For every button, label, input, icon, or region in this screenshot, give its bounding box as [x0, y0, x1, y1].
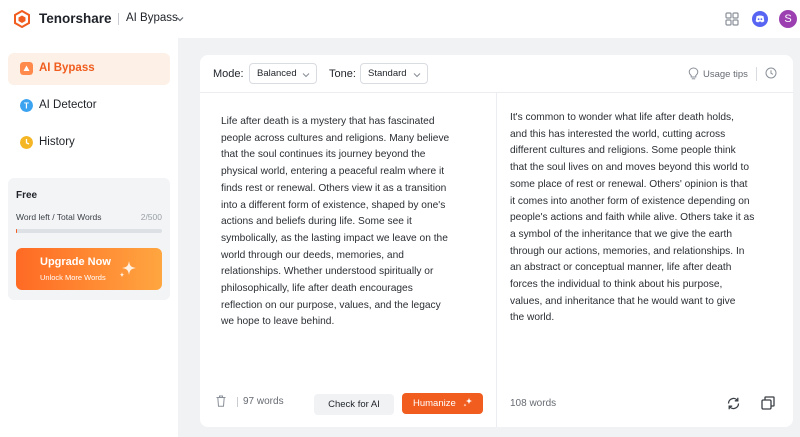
- sidebar-item-history[interactable]: History: [8, 127, 170, 159]
- options-toolbar: Mode: Balanced Tone: Standard Usage tips: [200, 55, 793, 93]
- history-icon: [20, 136, 33, 149]
- words-progress-bar: [16, 229, 162, 233]
- copy-icon[interactable]: [761, 396, 775, 410]
- clock-history-icon[interactable]: [765, 67, 777, 79]
- svg-text:T: T: [24, 102, 29, 111]
- text-line: we hope to leave behind.: [221, 316, 335, 328]
- text-line: world through our deeds, memories, and: [221, 249, 404, 261]
- tone-value: Standard: [368, 68, 407, 79]
- brand-divider: [118, 13, 119, 25]
- text-line: different cultures and religions. Some p…: [510, 145, 736, 157]
- brand-name[interactable]: Tenorshare: [39, 11, 112, 26]
- apps-grid-icon[interactable]: [725, 12, 739, 26]
- sidebar-item-ai-detector[interactable]: T AI Detector: [8, 90, 170, 122]
- text-line: actions and beliefs during life. Some se…: [221, 216, 412, 228]
- pane-divider: [496, 93, 497, 427]
- text-line: philosophically, life after death encour…: [221, 283, 413, 295]
- humanize-button[interactable]: Humanize: [402, 393, 483, 414]
- text-line: forces the individual to think about his…: [510, 279, 723, 291]
- regenerate-icon[interactable]: [726, 396, 741, 411]
- check-for-ai-label: Check for AI: [328, 399, 380, 410]
- text-line: some place of rest or renewal. Others' o…: [510, 178, 748, 190]
- chevron-down-icon[interactable]: [176, 15, 184, 23]
- word-count-divider: [237, 397, 238, 407]
- tone-label: Tone:: [329, 68, 356, 80]
- tenorshare-logo-icon[interactable]: [13, 10, 31, 28]
- upgrade-button[interactable]: Upgrade Now Unlock More Words: [16, 248, 162, 290]
- sidebar-item-ai-bypass[interactable]: AI Bypass: [8, 53, 170, 85]
- text-line: people across cultures and religions. Ma…: [221, 132, 450, 144]
- text-line: people's actions and faith while alive. …: [510, 212, 755, 224]
- usage-tips-label: Usage tips: [703, 69, 748, 80]
- sparkle-icon: [119, 261, 136, 278]
- input-text-area[interactable]: Life after death is a mystery that has f…: [221, 114, 477, 331]
- text-line: It's common to wonder what life after de…: [510, 112, 734, 123]
- sidebar-item-label: History: [39, 136, 75, 148]
- top-bar: Tenorshare AI Bypass S: [0, 0, 800, 38]
- input-word-count: 97 words: [243, 396, 284, 407]
- sidebar-item-label: AI Bypass: [39, 62, 95, 74]
- mode-label: Mode:: [213, 68, 244, 80]
- ai-bypass-icon: [20, 62, 33, 75]
- text-line: a symbol of the inheritance that we give…: [510, 228, 732, 240]
- sidebar-item-label: AI Detector: [39, 99, 97, 111]
- sidebar: AI Bypass T AI Detector History Free Wor…: [0, 38, 178, 437]
- text-line: the world.: [510, 312, 555, 324]
- words-progress-fill: [16, 229, 17, 233]
- output-word-count: 108 words: [510, 398, 557, 409]
- text-line: symbolically, as the lasting impact we l…: [221, 232, 448, 244]
- words-count: 2/500: [140, 212, 162, 222]
- chevron-down-icon: [302, 73, 310, 78]
- tone-select[interactable]: Standard: [360, 63, 428, 84]
- trash-icon[interactable]: [216, 395, 226, 407]
- lightbulb-icon: [688, 67, 699, 80]
- plan-name: Free: [16, 190, 38, 201]
- chevron-down-icon: [413, 73, 421, 78]
- text-line: finds rest or renewal. Others view it as…: [221, 182, 447, 194]
- text-line: into a different form of existence, shap…: [221, 199, 446, 211]
- text-line: relationships. Whether understood spirit…: [221, 266, 434, 278]
- humanize-label: Humanize: [413, 398, 456, 409]
- toolbar-divider: [756, 67, 757, 81]
- upgrade-title: Upgrade Now: [40, 256, 111, 268]
- upgrade-subtitle: Unlock More Words: [40, 273, 106, 282]
- check-for-ai-button[interactable]: Check for AI: [314, 394, 394, 415]
- plan-card: Free Word left / Total Words 2/500 Upgra…: [8, 178, 170, 300]
- mode-value: Balanced: [257, 68, 297, 79]
- product-switcher[interactable]: AI Bypass: [126, 12, 178, 24]
- avatar[interactable]: S: [779, 10, 797, 28]
- discord-icon[interactable]: [752, 11, 768, 27]
- text-line: that the soul continues its journey beyo…: [221, 149, 426, 161]
- text-line: reflection on our purpose, values, and t…: [221, 299, 441, 311]
- mode-select[interactable]: Balanced: [249, 63, 317, 84]
- text-line: it comes into another form of existence …: [510, 195, 750, 207]
- text-line: and this has interested the world, cutti…: [510, 128, 726, 140]
- workspace-card: Mode: Balanced Tone: Standard Usage tips: [200, 55, 793, 427]
- words-label: Word left / Total Words: [16, 212, 102, 222]
- text-line: that the soul lives on and moves beyond …: [510, 162, 749, 174]
- output-text-area[interactable]: It's common to wonder what life after de…: [510, 110, 782, 327]
- sparkle-icon: [463, 397, 473, 407]
- text-line: Life after death is a mystery that has f…: [221, 116, 435, 127]
- text-line: physical world, entering a peaceful real…: [221, 166, 445, 178]
- ai-detector-icon: T: [20, 99, 33, 112]
- text-line: values, and inheritance that he would wa…: [510, 295, 736, 307]
- text-line: through our actions, memories, and relat…: [510, 245, 745, 257]
- text-line: an abstract or conceptual manner, life a…: [510, 262, 732, 274]
